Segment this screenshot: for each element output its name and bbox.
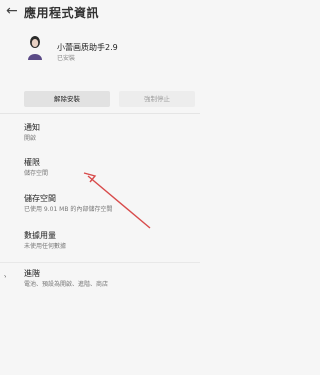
settings-item-subtitle: 電池、預設為開啟、進階、商店 xyxy=(24,281,109,288)
settings-item-subtitle: 已使用 9.01 MB 的內部儲存空間 xyxy=(24,206,113,213)
settings-item-title: 進階 xyxy=(24,269,40,278)
app-name: 小蕾画质助手2.9 xyxy=(57,43,118,52)
back-arrow-icon[interactable]: ← xyxy=(6,3,20,19)
page-title: 應用程式資訊 xyxy=(24,6,100,20)
chevron-icon: › xyxy=(2,272,8,281)
settings-item-title: 通知 xyxy=(24,123,40,132)
settings-item-title: 權限 xyxy=(24,158,40,167)
settings-item-subtitle: 儲存空間 xyxy=(24,170,49,177)
settings-item-title: 儲存空間 xyxy=(24,194,56,203)
divider xyxy=(0,113,200,114)
app-install-status: 已安裝 xyxy=(57,55,76,62)
uninstall-button[interactable]: 解除安裝 xyxy=(24,91,110,107)
app-bar: ← 應用程式資訊 xyxy=(0,0,200,24)
settings-item-title: 數據用量 xyxy=(24,231,56,240)
settings-item-subtitle: 開啟 xyxy=(24,135,37,142)
settings-item-subtitle: 未使用任何數據 xyxy=(24,243,67,250)
app-icon xyxy=(28,36,42,60)
divider xyxy=(0,262,200,263)
force-stop-button[interactable]: 強制停止 xyxy=(119,91,195,107)
